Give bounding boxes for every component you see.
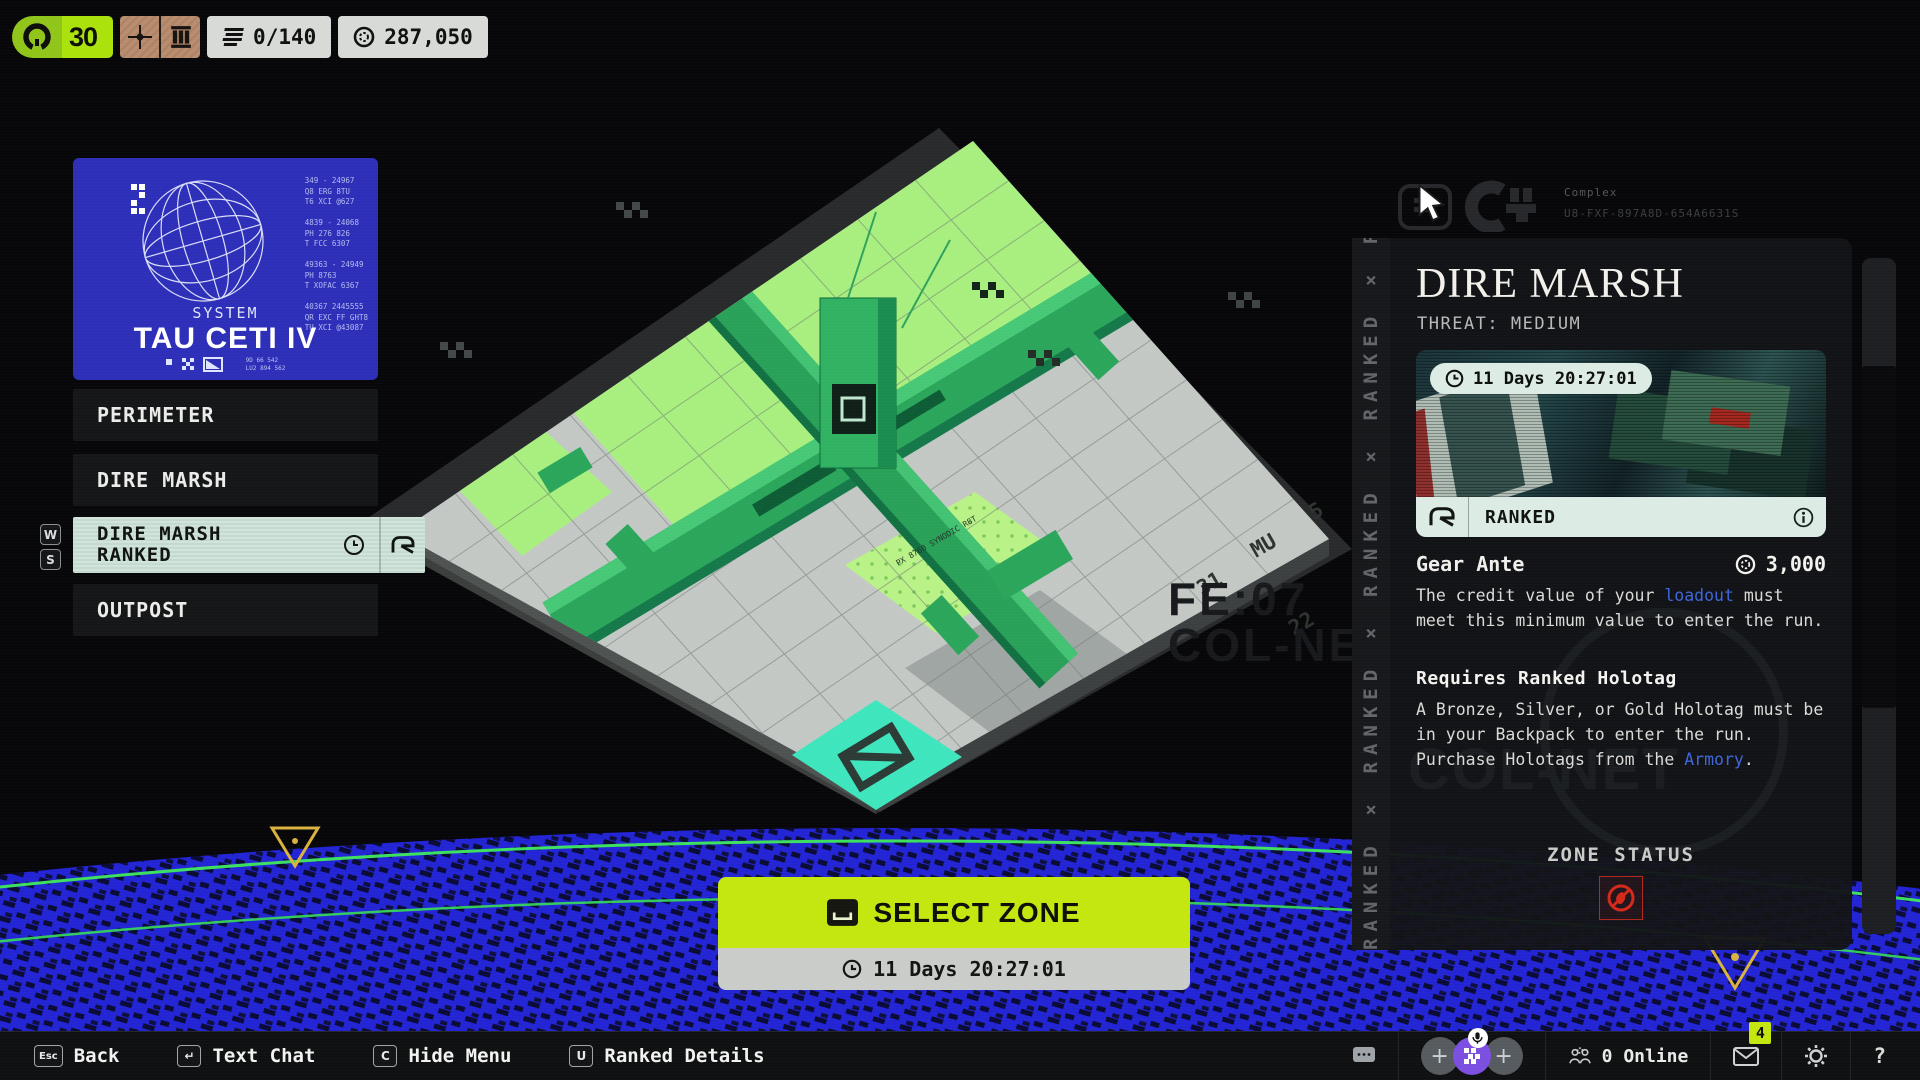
armory-link[interactable]: Armory (1684, 750, 1744, 769)
divider (1544, 1032, 1546, 1080)
panel-scrollbar-thumb[interactable] (1862, 366, 1896, 708)
player-hud: 30 0/140 287,050 (12, 16, 488, 58)
zone-list-item-perimeter[interactable]: PERIMETER (73, 389, 378, 441)
zone-thumbnail-card: 11 Days 20:27:01 RANKED (1416, 350, 1826, 537)
selected-zone-mode: RANKED (97, 544, 172, 566)
hide-menu-button[interactable]: C Hide Menu (373, 1045, 511, 1067)
divider (1397, 1032, 1399, 1080)
text-chat-button[interactable]: ↵ Text Chat (177, 1045, 315, 1067)
gear-ante-value: 3,000 (1765, 552, 1826, 576)
ranked-details-button[interactable]: U Ranked Details (569, 1045, 765, 1067)
complex-serial: U8-FXF-897A8D-654A6631S (1564, 207, 1740, 220)
divider (1850, 1032, 1852, 1080)
credits-icon (353, 26, 375, 48)
map-barcode-mark (398, 411, 418, 443)
help-button[interactable]: ? (1873, 1044, 1886, 1068)
pixel-glyph-icon (131, 184, 145, 214)
ranked-mode-label: RANKED (1485, 506, 1557, 528)
faction-logo-block: Complex U8-FXF-897A8D-654A6631S (1398, 180, 1739, 232)
complex-name: Complex (1564, 186, 1618, 199)
player-level-badge: 30 (12, 16, 114, 58)
back-button[interactable]: Esc Back (34, 1045, 119, 1067)
clock-icon (344, 535, 364, 555)
zone-list-item-dire-marsh[interactable]: DIRE MARSH (73, 454, 378, 506)
panel-scrollbar (1862, 258, 1896, 934)
c-key-chip: C (373, 1045, 398, 1067)
holotag-requirement-title: Requires Ranked Holotag (1416, 668, 1677, 689)
system-footer-code: 9D 66 542 LU2 894 562 (245, 357, 286, 372)
select-zone-button[interactable]: SELECT ZONE (718, 877, 1190, 948)
clock-icon (1445, 369, 1464, 388)
gear-ante-row: Gear Ante 3,000 (1416, 552, 1826, 576)
zone-title: DIRE MARSH (1416, 261, 1684, 307)
list-lines-icon (222, 28, 244, 46)
zone-detail-panel: COL-NET DIRE MARSH THREAT: MEDIUM 11 Day… (1390, 238, 1852, 950)
u-key-chip: U (569, 1045, 594, 1067)
select-zone-container: SELECT ZONE 11 Days 20:27:01 (718, 877, 1190, 990)
mail-button[interactable]: 4 (1733, 1021, 1772, 1066)
enter-key-chip: ↵ (177, 1045, 202, 1067)
holotag-requirement-description: A Bronze, Silver, or Gold Holotag must b… (1416, 700, 1824, 769)
player-level-value: 30 (62, 16, 114, 58)
tier-pillar-icon (159, 16, 200, 58)
credits-icon (1735, 554, 1756, 574)
esc-key-chip: Esc (34, 1045, 63, 1067)
party-avatars: + + (1420, 1028, 1523, 1075)
zone-rotation-timer: 11 Days 20:27:01 (718, 948, 1190, 990)
gear-ante-label: Gear Ante (1416, 552, 1525, 576)
divider (1781, 1032, 1783, 1080)
clock-icon (842, 959, 862, 979)
game-logo-icon (12, 16, 62, 58)
zone-timer-value: 11 Days 20:27:01 (1473, 368, 1637, 389)
key-hint-down: S (40, 549, 61, 570)
info-icon[interactable] (1793, 507, 1814, 528)
chat-bubble-icon[interactable] (1352, 1046, 1376, 1066)
online-status[interactable]: 0 Online (1568, 1046, 1688, 1067)
zone-timer-pill: 11 Days 20:27:01 (1430, 363, 1652, 394)
ranked-mode-bar: RANKED (1416, 497, 1826, 537)
zone-status-label: ZONE STATUS (1547, 844, 1695, 866)
zone-list-item-outpost[interactable]: OUTPOST (73, 584, 378, 636)
key-hint-up: W (40, 524, 61, 545)
ranked-vertical-strip: RANKED × RANKED × RANKED × RANKED × RANK… (1352, 238, 1390, 950)
microphone-icon (1467, 1028, 1488, 1048)
zone-status-locked-icon (1599, 876, 1643, 920)
complex-logo-icon (1398, 180, 1536, 232)
avatar-pixel-icon (1463, 1048, 1480, 1064)
ranked-mode-icon (379, 517, 425, 573)
ping-crosshair-icon (120, 16, 159, 58)
mail-count-badge: 4 (1749, 1021, 1772, 1044)
gear-ante-description: The credit value of your loadout must me… (1416, 586, 1824, 630)
credits-badge: 287,050 (338, 16, 488, 58)
threat-level: THREAT: MEDIUM (1417, 314, 1582, 334)
system-card: 349 - 24967 Q8 ERG 8TU T6 XCI @627 4839 … (73, 158, 378, 380)
quota-value: 0/140 (253, 25, 317, 49)
system-name: TAU CETI IV (133, 322, 318, 355)
system-footer-glyphs-icon (165, 357, 223, 372)
divider (1710, 1032, 1712, 1080)
loadout-link[interactable]: loadout (1664, 586, 1734, 605)
system-label: SYSTEM (192, 304, 259, 322)
bottom-action-bar: Esc Back ↵ Text Chat C Hide Menu U Ranke… (0, 1021, 1920, 1080)
rank-tier-badge (120, 16, 201, 58)
settings-gear-icon[interactable] (1804, 1044, 1828, 1068)
ranked-mode-icon (1416, 497, 1469, 537)
spacebar-key-icon (827, 899, 859, 926)
people-icon (1568, 1047, 1591, 1064)
credits-value: 287,050 (384, 25, 473, 49)
quota-badge: 0/140 (207, 16, 332, 58)
zone-list-item-dire-marsh-ranked-selected[interactable]: DIRE MARSH RANKED (73, 517, 425, 573)
envelope-icon (1733, 1046, 1760, 1066)
selected-zone-name: DIRE MARSH (97, 522, 222, 545)
zone-select-screen: 31 MU 5 22 PX 8760 SYNODIC R8T FE:07 COL… (0, 0, 1920, 1080)
